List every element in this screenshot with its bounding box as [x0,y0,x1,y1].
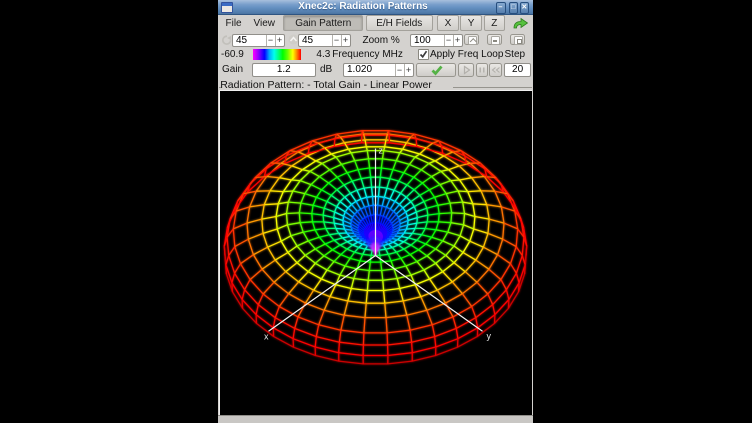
svg-text:x: x [264,332,269,342]
svg-text:z: z [379,146,384,156]
svg-text:y: y [487,331,492,341]
